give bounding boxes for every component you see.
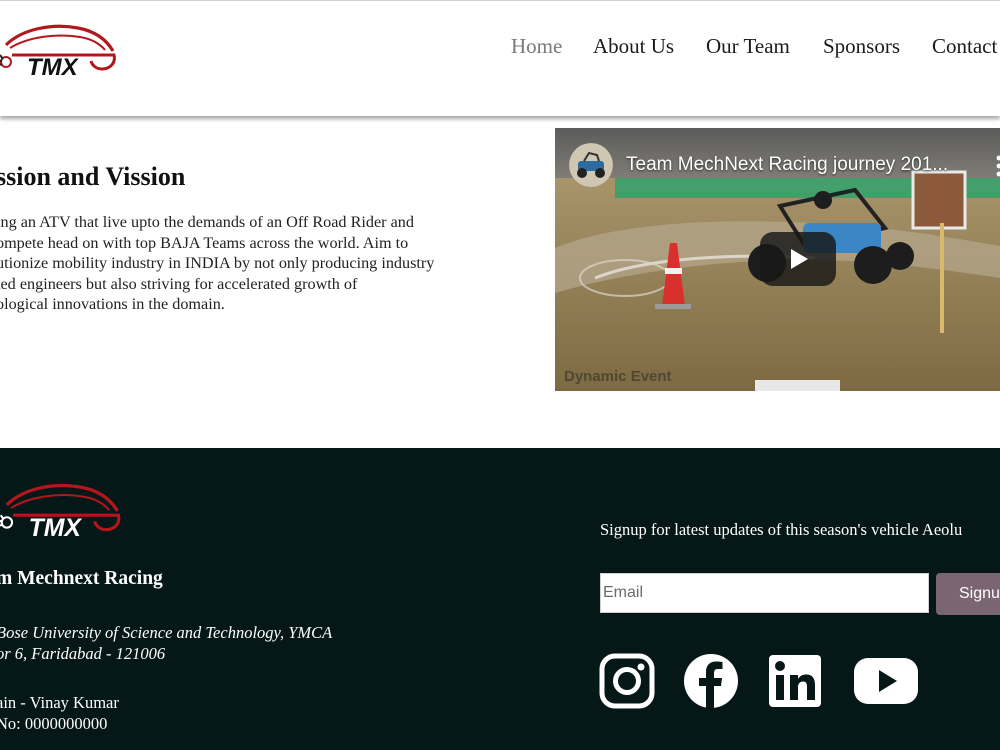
signup-text: Signup for latest updates of this season… [600,520,963,539]
more-vert-icon[interactable] [992,154,1000,178]
mission-line: utionize mobility industry in INDIA by n… [0,254,435,273]
instagram-icon[interactable] [599,653,655,709]
address-line: Bose University of Science and Technolog… [0,623,333,642]
video-title[interactable]: Team MechNext Racing journey 201... [626,154,948,176]
play-button[interactable] [760,232,836,286]
site-header: TMX Home About Us Our Team Sponsors Cont… [0,0,1000,116]
footer-contact: ain - Vinay Kumar No: 0000000000 [0,693,119,734]
nav-sponsors[interactable]: Sponsors [823,34,900,59]
signup-button[interactable]: Signu [936,573,1000,615]
email-input[interactable] [600,573,929,613]
nav-our-team[interactable]: Our Team [706,34,790,59]
youtube-video-embed[interactable]: Team MechNext Racing journey 201... Dyna… [555,128,1000,391]
mission-text: ing an ATV that live upto the demands of… [0,212,501,315]
mission-title: ssion and Vission [0,162,186,191]
mission-line: ological innovations in the domain. [0,295,225,314]
site-footer: TMX m Mechnext Racing Bose University of… [0,448,1000,750]
youtube-icon[interactable] [853,653,919,709]
facebook-icon[interactable] [683,653,739,709]
svg-text:TMX: TMX [27,54,80,79]
nav-about-us[interactable]: About Us [593,34,674,59]
address-line: or 6, Faridabad - 121006 [0,643,166,663]
nav-home[interactable]: Home [511,34,562,59]
mission-line: ing an ATV that live upto the demands of… [0,213,414,231]
svg-text:TMX: TMX [29,515,83,540]
channel-avatar-icon[interactable] [569,143,613,187]
contact-line: No: 0000000000 [0,713,108,733]
nav-contact[interactable]: Contact [932,34,997,59]
tmx-logo[interactable]: TMX [0,19,117,79]
footer-address: Bose University of Science and Technolog… [0,623,332,664]
footer-tmx-logo: TMX [0,483,121,540]
play-icon [791,249,808,269]
linkedin-icon[interactable] [767,653,823,709]
mission-line: ompete head on with top BAJA Teams acros… [0,233,409,252]
footer-team-name: m Mechnext Racing [0,568,163,589]
video-watermark: Dynamic Event [564,368,672,385]
contact-line: ain - Vinay Kumar [0,693,119,712]
mission-line: ted engineers but also striving for acce… [0,274,358,293]
